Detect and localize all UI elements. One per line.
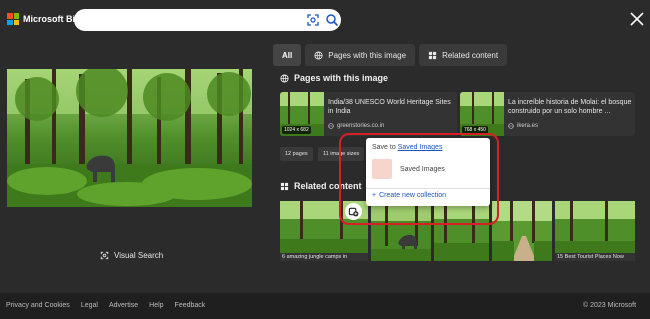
tab-bar: All Pages with this image Related conten…	[273, 44, 508, 66]
header: Microsoft Bing	[0, 0, 650, 40]
related-thumbnail	[492, 201, 552, 261]
collection-label: Saved Images	[400, 165, 445, 173]
globe-icon	[280, 73, 289, 83]
tab-related-label: Related content	[442, 50, 499, 60]
collection-item-saved-images[interactable]: Saved Images	[372, 159, 445, 179]
tab-related-content[interactable]: Related content	[419, 44, 508, 66]
close-icon[interactable]	[629, 11, 645, 27]
footer-link-legal[interactable]: Legal	[81, 302, 98, 309]
grid-icon	[428, 51, 437, 59]
create-new-collection-button[interactable]: + Create new collection	[372, 192, 446, 199]
footer-link-feedback[interactable]: Feedback	[175, 302, 206, 309]
footer-links: Privacy and Cookies Legal Advertise Help…	[6, 302, 205, 309]
related-item[interactable]	[492, 201, 552, 261]
footer-link-advertise[interactable]: Advertise	[109, 302, 138, 309]
image-preview-pane: Visual Search	[0, 40, 265, 293]
tab-pages-with-this-image[interactable]: Pages with this image	[305, 44, 416, 66]
save-to-collection-popup: Save to Saved Images Saved Images + Crea…	[366, 138, 490, 206]
pages-section-title-text: Pages with this image	[294, 73, 389, 83]
search-icon[interactable]	[325, 13, 339, 27]
footer: Privacy and Cookies Legal Advertise Help…	[0, 293, 650, 319]
divider	[366, 188, 490, 189]
pages-section-title: Pages with this image	[280, 73, 388, 83]
search-input[interactable]	[84, 12, 294, 28]
plus-icon: +	[372, 192, 377, 199]
collection-thumbnail	[372, 159, 392, 179]
footer-link-help[interactable]: Help	[149, 302, 163, 309]
globe-icon	[508, 123, 514, 129]
copyright: © 2023 Microsoft	[583, 302, 637, 309]
related-caption: 15 Best Tourist Places Now	[555, 253, 635, 261]
visual-search-icon	[100, 251, 109, 260]
tab-all-label: All	[282, 50, 293, 60]
visual-search-icon[interactable]	[306, 13, 320, 27]
page-result-card[interactable]: 1024 x 682 India/38 UNESCO World Heritag…	[280, 92, 457, 136]
microsoft-logo-icon	[7, 13, 19, 25]
pages-count-chip[interactable]: 12 pages	[280, 147, 313, 161]
related-thumbnail	[555, 201, 635, 261]
visual-search-button[interactable]: Visual Search	[100, 251, 163, 260]
visual-search-label: Visual Search	[114, 251, 164, 260]
page-result-card[interactable]: 768 x 450 La increíble historia de Molai…	[460, 92, 635, 136]
main-image[interactable]	[7, 69, 252, 207]
image-size-badge: 1024 x 682	[282, 126, 311, 134]
page-title: India/38 UNESCO World Heritage Sites in …	[328, 99, 451, 115]
tab-all[interactable]: All	[273, 44, 302, 66]
globe-icon	[328, 123, 334, 129]
footer-link-privacy[interactable]: Privacy and Cookies	[6, 302, 70, 309]
search-box[interactable]	[74, 9, 341, 31]
saved-images-link[interactable]: Saved Images	[398, 144, 443, 151]
page-domain: greenstories.co.in	[328, 123, 384, 129]
tab-pages-label: Pages with this image	[328, 50, 407, 60]
page-title: La increíble historia de Molai: el bosqu…	[508, 99, 632, 115]
page-domain: ikera.es	[508, 123, 538, 129]
related-caption: 6 amazing jungle camps in	[280, 253, 368, 261]
save-to-header: Save to Saved Images	[372, 144, 443, 151]
globe-icon	[314, 50, 323, 60]
related-item[interactable]: 15 Best Tourist Places Now	[555, 201, 635, 261]
grid-icon	[280, 182, 289, 190]
